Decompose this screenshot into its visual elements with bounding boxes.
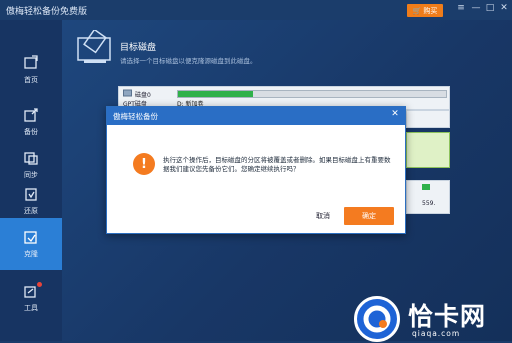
confirm-dialog: 傲梅轻松备份 ✕ ! 执行这个操作后，目标磁盘的分区将被覆盖或者删除。如果目标磁… (106, 106, 406, 234)
sidebar-item-label: 还原 (24, 207, 38, 215)
disk-card-selected[interactable] (406, 132, 450, 168)
minimize-icon[interactable]: — (469, 3, 483, 13)
sidebar-item-home[interactable]: 首页 (0, 44, 62, 96)
dialog-title: 傲梅轻松备份 (113, 111, 158, 121)
dialog-close-icon[interactable]: ✕ (389, 109, 401, 119)
sidebar-item-tools[interactable]: 工具 (0, 272, 62, 324)
partition-used-fill (178, 91, 254, 97)
disk-size-label: 559. (422, 200, 436, 207)
dialog-header: 傲梅轻松备份 ✕ (107, 107, 405, 125)
sidebar-item-label: 工具 (24, 304, 38, 312)
home-icon (24, 55, 38, 69)
sync-icon (24, 152, 38, 165)
target-disk-icon (77, 30, 111, 63)
cancel-button[interactable]: 取消 (305, 208, 341, 224)
cart-icon: 🛒 (412, 6, 422, 15)
warning-icon: ! (133, 153, 155, 175)
page-subtitle: 请选择一个目标磁盘以便克隆源磁盘到此磁盘。 (120, 57, 257, 65)
close-icon[interactable]: ✕ (497, 3, 511, 13)
sidebar-item-label: 克隆 (24, 250, 38, 258)
backup-icon (24, 108, 38, 122)
sidebar-item-label: 备份 (24, 128, 38, 136)
menu-icon[interactable]: ≡ (454, 3, 468, 13)
disk-card-side-2[interactable]: 559. (406, 180, 450, 214)
watermark-url: qiaqa.com (412, 329, 461, 338)
dialog-message: 执行这个操作后，目标磁盘的分区将被覆盖或者删除。如果目标磁盘上有重要数据我们建议… (163, 156, 391, 173)
sidebar-item-label: 首页 (24, 76, 38, 84)
buy-button[interactable]: 🛒 购买 (407, 4, 443, 17)
watermark-logo (354, 296, 400, 342)
restore-icon (25, 188, 37, 201)
partition-bar[interactable] (177, 90, 447, 98)
notification-dot (37, 282, 42, 287)
sidebar: 首页 备份 同步 还原 克隆 工具 (0, 20, 62, 341)
maximize-icon[interactable]: □ (483, 3, 497, 13)
clone-icon (24, 231, 37, 244)
ok-button[interactable]: 确定 (344, 207, 394, 225)
watermark-text: 恰卡网 (408, 302, 487, 331)
disk-icon (123, 89, 132, 97)
app-title: 傲梅轻松备份免费版 (6, 6, 88, 17)
disk-name: 磁盘0 (135, 92, 151, 99)
page-title: 目标磁盘 (120, 43, 157, 53)
usage-indicator (422, 184, 430, 190)
disk-card-side[interactable] (406, 110, 450, 128)
sidebar-item-clone[interactable]: 克隆 (0, 218, 62, 270)
buy-label: 购买 (423, 6, 438, 15)
app-window: 傲梅轻松备份免费版 🛒 购买 ≡ — □ ✕ 首页 备份 同步 还原 克隆 工具… (0, 0, 512, 342)
